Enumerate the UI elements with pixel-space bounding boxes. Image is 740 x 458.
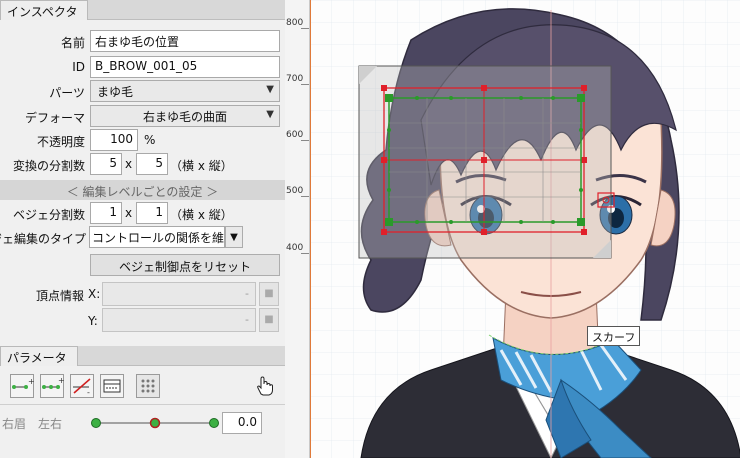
deformer-select-value: 右まゆ毛の曲面: [142, 110, 227, 124]
svg-text:+: +: [58, 376, 64, 385]
slider-knob[interactable]: [149, 417, 161, 429]
bezier-div-hv-label: （横 x 縦）: [170, 208, 233, 222]
vertex-y-field[interactable]: -: [102, 308, 256, 332]
ruler-label: 800: [286, 18, 304, 28]
add-three-keys-icon[interactable]: +: [40, 374, 64, 398]
divider: [0, 404, 285, 405]
opacity-label: 不透明度: [36, 135, 85, 149]
vertex-y-dash: -: [245, 313, 249, 326]
canvas-viewport[interactable]: スカーフ: [310, 0, 740, 458]
parameter-slider[interactable]: [90, 413, 220, 433]
divisions-row: 変換の分割数 5 x 5 （横 x 縦）: [0, 153, 285, 175]
ruler-label: 600: [286, 130, 304, 140]
edit-level-section-header: ＜ 編集レベルごとの設定 ＞: [0, 180, 285, 200]
opacity-field[interactable]: 100: [90, 129, 138, 151]
deformer-select[interactable]: 右まゆ毛の曲面 ▼: [90, 105, 280, 127]
divisions-x-field[interactable]: 5: [90, 153, 122, 175]
id-field[interactable]: B_BROW_001_05: [90, 56, 280, 78]
svg-text:+: +: [28, 377, 34, 386]
inspector-tabbar: インスペクタ: [0, 0, 285, 20]
parameter-panel-icon[interactable]: [100, 374, 124, 398]
bezier-div-row: ベジェ分割数 1 x 1 （横 x 縦）: [0, 202, 285, 224]
parameter-row-label: 右眉 左右: [2, 417, 63, 431]
caret-down-icon: ▼: [230, 232, 238, 243]
add-key-icon[interactable]: +: [10, 374, 34, 398]
opacity-unit: %: [144, 133, 156, 147]
tab-parameter[interactable]: パラメータ: [0, 346, 78, 366]
parameter-value-field[interactable]: 0.0: [222, 412, 262, 434]
vertex-y-button[interactable]: ■: [259, 308, 279, 332]
tooltip-scarf: スカーフ: [587, 326, 641, 346]
name-label: 名前: [60, 36, 85, 50]
chevron-down-icon: ▼: [266, 84, 274, 95]
delete-key-icon[interactable]: -: [70, 374, 94, 398]
reset-bezier-button[interactable]: ベジェ制御点をリセット: [90, 254, 280, 276]
deformer-label: デフォーマ: [24, 111, 85, 125]
bezier-div-label: ベジェ分割数: [12, 208, 85, 222]
opacity-row: 不透明度 100 %: [0, 129, 285, 151]
parts-select[interactable]: まゆ毛 ▼: [90, 80, 280, 102]
bezier-div-y-field[interactable]: 1: [136, 202, 168, 224]
bezier-type-label: ベジェ編集のタイプ: [0, 232, 86, 246]
bezier-type-row: ベジェ編集のタイプ コントロールの関係を維持 ▼: [0, 226, 285, 248]
svg-text:-: -: [87, 388, 90, 397]
name-field[interactable]: 右まゆ毛の位置: [90, 30, 280, 52]
divisions-y-field[interactable]: 5: [136, 153, 168, 175]
parts-select-value: まゆ毛: [97, 85, 134, 99]
character-illustration: [311, 0, 740, 458]
deformer-row: デフォーマ 右まゆ毛の曲面 ▼: [0, 105, 285, 127]
left-panel: インスペクタ 名前 右まゆ毛の位置 ID B_BROW_001_05 パーツ ま…: [0, 0, 285, 458]
vertex-x-label: X:: [88, 287, 101, 301]
vertex-x-dash: -: [245, 287, 249, 300]
chevron-down-icon: ▼: [266, 109, 274, 120]
vertex-y-label: Y:: [88, 314, 98, 328]
grid-dots-icon[interactable]: [136, 374, 160, 398]
name-row: 名前 右まゆ毛の位置: [0, 30, 285, 52]
hand-cursor-icon: [257, 376, 273, 396]
id-row: ID B_BROW_001_05: [0, 56, 285, 78]
ruler-label: 400: [286, 243, 304, 253]
divisions-label: 変換の分割数: [12, 159, 85, 173]
bezier-div-times: x: [125, 206, 133, 220]
vertex-x-button[interactable]: ■: [259, 282, 279, 306]
parameter-row: 右眉 左右 0.0: [0, 410, 285, 438]
ruler-label: 700: [286, 74, 304, 84]
vertical-ruler: 800 700 600 500 400: [285, 0, 310, 458]
id-label: ID: [72, 60, 85, 74]
parameter-tabbar: パラメータ: [0, 346, 285, 366]
parts-row: パーツ まゆ毛 ▼: [0, 80, 285, 102]
tab-inspector[interactable]: インスペクタ: [0, 0, 89, 20]
divisions-hv-label: （横 x 縦）: [170, 159, 233, 173]
vertex-info-label: 頂点情報: [35, 289, 84, 303]
vertex-x-field[interactable]: -: [102, 282, 256, 306]
bezier-type-dropdown-button[interactable]: ▼: [225, 226, 243, 248]
bezier-div-x-field[interactable]: 1: [90, 202, 122, 224]
bezier-type-select[interactable]: コントロールの関係を維持: [89, 226, 225, 248]
parts-label: パーツ: [49, 86, 85, 100]
ruler-label: 500: [286, 186, 304, 196]
divisions-times: x: [125, 157, 133, 171]
